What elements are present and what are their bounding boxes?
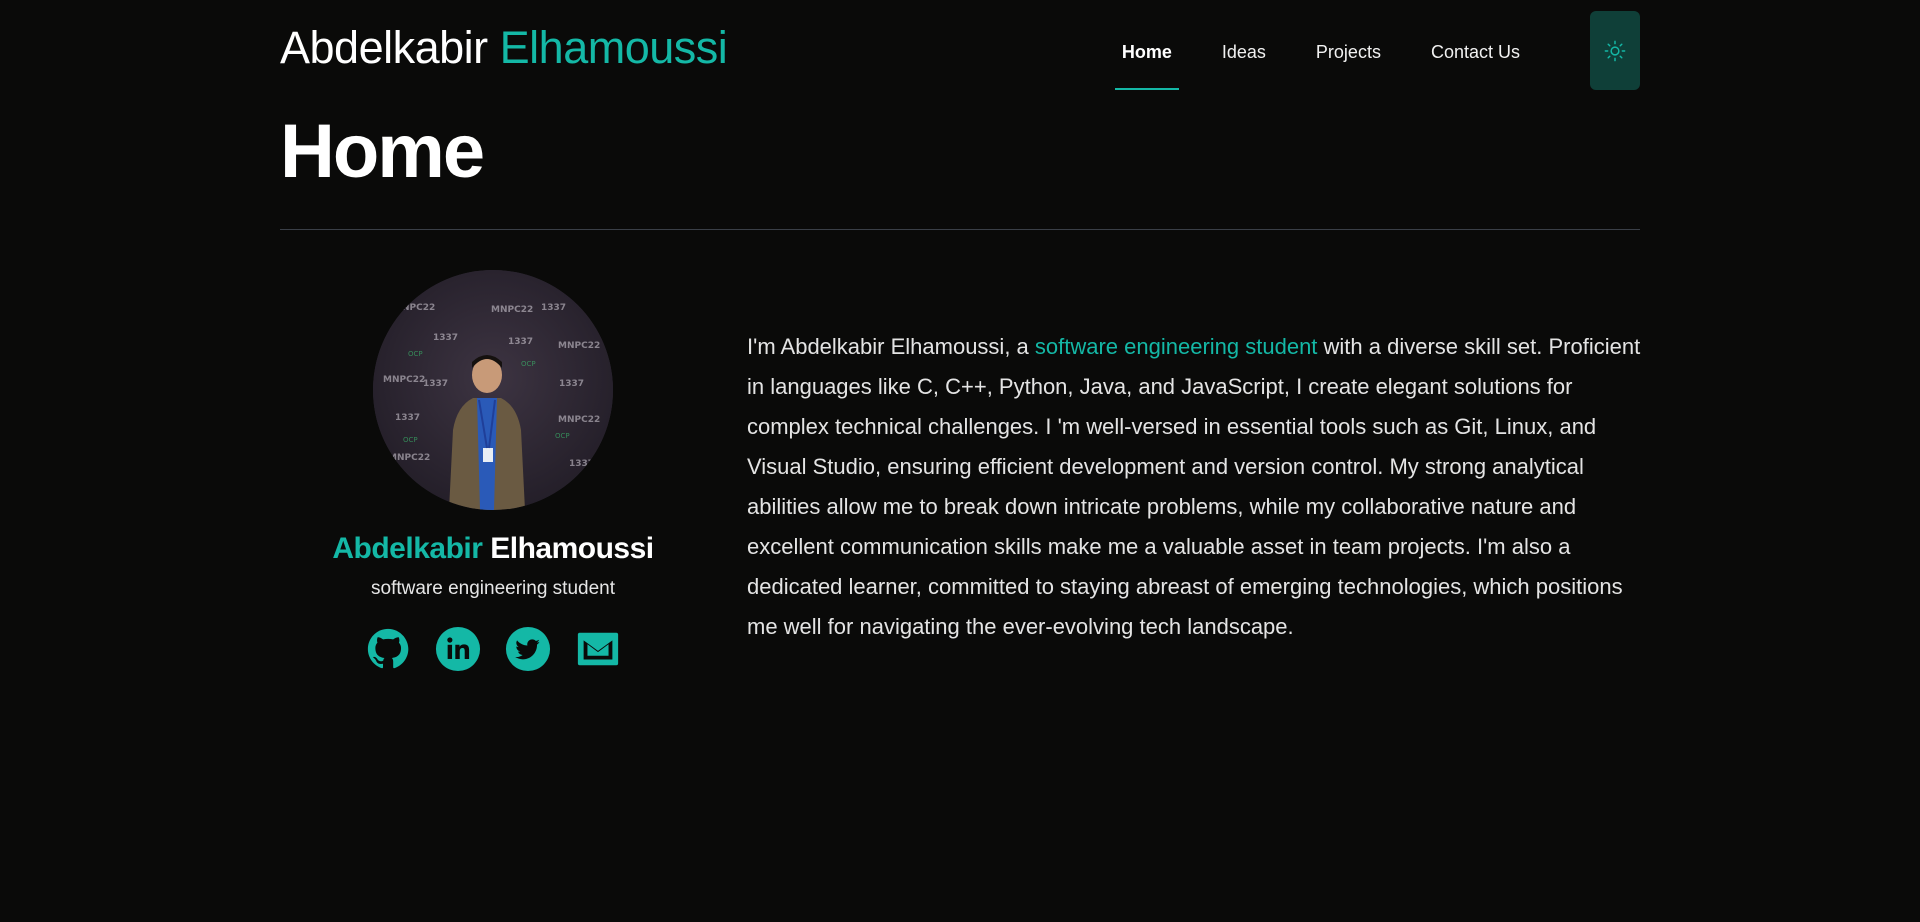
svg-text:MNPC22: MNPC22 xyxy=(388,453,430,463)
svg-text:1337: 1337 xyxy=(508,337,533,347)
nav-contact-us[interactable]: Contact Us xyxy=(1406,0,1545,90)
svg-text:MNPC22: MNPC22 xyxy=(383,375,425,385)
bio-paragraph: I'm Abdelkabir Elhamoussi, a software en… xyxy=(747,327,1647,647)
page-container: Abdelkabir Elhamoussi Home Ideas Project… xyxy=(280,0,1640,672)
nav-ideas[interactable]: Ideas xyxy=(1197,0,1291,90)
profile-role: software engineering student xyxy=(371,578,615,599)
svg-text:MNPC22: MNPC22 xyxy=(558,341,600,351)
linkedin-link[interactable] xyxy=(435,626,481,672)
svg-text:OCP: OCP xyxy=(521,360,536,368)
twitter-link[interactable] xyxy=(505,626,551,672)
profile-card: MNPC22 MNPC22 1337 1337 1337 MNPC22 MNPC22 13… xyxy=(280,270,706,672)
social-links xyxy=(280,626,706,672)
github-link[interactable] xyxy=(365,626,411,672)
profile-first-name: Abdelkabir xyxy=(332,532,483,565)
theme-toggle-button[interactable] xyxy=(1590,11,1640,90)
svg-text:1337: 1337 xyxy=(395,413,420,423)
linkedin-icon xyxy=(435,626,481,672)
svg-text:MNPC22: MNPC22 xyxy=(393,303,435,313)
brand-first-name: Abdelkabir xyxy=(280,22,488,73)
svg-text:OCP: OCP xyxy=(403,436,418,444)
svg-text:1337: 1337 xyxy=(559,379,584,389)
twitter-icon xyxy=(505,626,551,672)
title-divider xyxy=(280,229,1640,230)
bio-body: with a diverse skill set. Proficient in … xyxy=(747,334,1641,639)
nav-projects[interactable]: Projects xyxy=(1291,0,1406,90)
svg-text:MNPC22: MNPC22 xyxy=(558,415,600,425)
main-nav: Home Ideas Projects Contact Us xyxy=(1097,0,1545,90)
svg-text:MNPC22: MNPC22 xyxy=(491,305,533,315)
svg-text:1337: 1337 xyxy=(433,333,458,343)
svg-text:1337: 1337 xyxy=(541,303,566,313)
bio-intro: I'm Abdelkabir Elhamoussi, a xyxy=(747,334,1035,359)
avatar-photo: MNPC22 MNPC22 1337 1337 1337 MNPC22 MNPC2213… xyxy=(373,270,613,510)
site-header: Abdelkabir Elhamoussi Home Ideas Project… xyxy=(280,0,1640,100)
bio-highlight: software engineering student xyxy=(1034,334,1318,359)
profile-last-name: Elhamoussi xyxy=(490,532,654,565)
nav-home[interactable]: Home xyxy=(1097,0,1197,90)
profile-name: Abdelkabir Elhamoussi xyxy=(280,532,706,566)
svg-text:1337: 1337 xyxy=(569,459,594,469)
avatar: MNPC22 MNPC22 1337 1337 1337 MNPC22 MNPC22 13… xyxy=(373,270,613,510)
email-link[interactable] xyxy=(575,626,621,672)
page-title: Home xyxy=(280,109,485,194)
site-brand[interactable]: Abdelkabir Elhamoussi xyxy=(280,22,728,74)
brand-last-name: Elhamoussi xyxy=(499,22,728,73)
sun-icon xyxy=(1604,40,1626,61)
svg-text:OCP: OCP xyxy=(555,432,570,440)
svg-text:OCP: OCP xyxy=(408,350,423,358)
github-icon xyxy=(367,628,409,669)
svg-text:1337: 1337 xyxy=(423,379,448,389)
mail-icon xyxy=(577,632,619,666)
